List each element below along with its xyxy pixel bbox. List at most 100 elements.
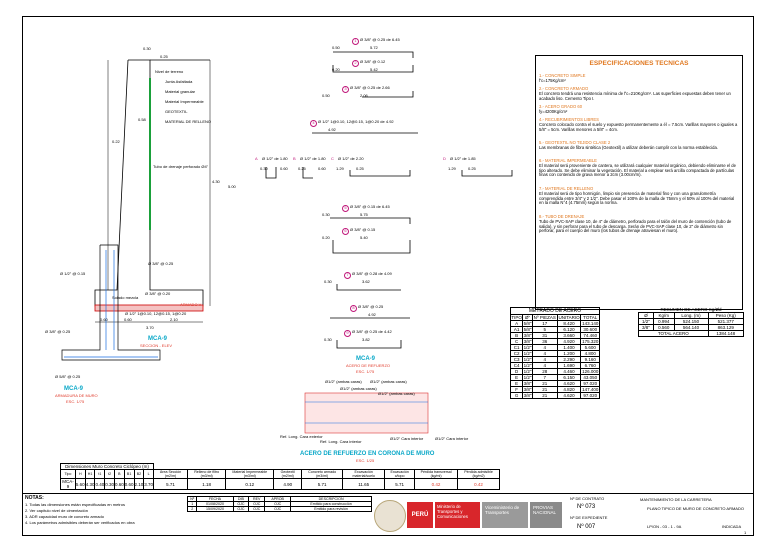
dimensions-data-row: MCA-9 5.60 4.30 0.40 0.30 0.60 0.60 2.10 3.70 5.7… bbox=[60, 478, 500, 490]
elevation-title: MCA-9 bbox=[148, 336, 167, 342]
metrado-rows: A 5/8" 17 8.420 143.140 A1 5/8" 5 6.120 30.600 B 3/… bbox=[509, 320, 600, 399]
bar-hook: 0.30 bbox=[324, 337, 332, 342]
dimensions-value-cell: 1.18 bbox=[187, 478, 227, 490]
dimensions-value-cell: 5.71 bbox=[384, 478, 416, 490]
bar-shape-7 bbox=[336, 284, 401, 291]
stirrup-mark: D bbox=[443, 156, 446, 161]
dimensions-header-cell: Relleno de filtro (m3/ml) bbox=[187, 469, 227, 479]
metrado-cell: 3/8" bbox=[522, 332, 533, 339]
bar-label: Ø 3/8" @ 0.28 de 4.09 bbox=[352, 271, 392, 276]
section-label-5: Ø 3/8" @ 0.25 bbox=[45, 329, 71, 334]
dimensions-value-cell: 3.70 bbox=[143, 478, 155, 490]
elev-dim-h1: 4.30 bbox=[212, 179, 220, 184]
dimensions-header-cell: B2 bbox=[133, 469, 145, 479]
bar-label: Ø 3/8" @ 0.25 de 6.45 bbox=[360, 37, 400, 42]
crown-label-1: Ø1/2" (ambas caras) bbox=[325, 379, 362, 384]
bar-hook: 0.20 bbox=[332, 67, 340, 72]
summary-rows: 1/2" 0.994 524.150 521.377 3/8" 0.560 564.140 8… bbox=[638, 318, 745, 331]
dimensions-value-cell: 0.30 bbox=[104, 478, 115, 490]
bar-length: 4.92 bbox=[368, 312, 376, 317]
metrado-cell: 5/8" bbox=[522, 326, 533, 333]
dimensions-header-cell: t1 bbox=[94, 469, 106, 479]
entity-name: PROVIAS NACIONAL bbox=[530, 502, 562, 528]
dimensions-header-cell: Material Impermeable (m3/ml) bbox=[225, 469, 275, 479]
bar-label: Ø 3/8" @ 0.25 de 4.42 bbox=[352, 329, 392, 334]
crown-detail bbox=[304, 392, 429, 434]
revisions-header: Nº FECHA DIB REV APROB DESCRIPCION bbox=[186, 496, 372, 502]
contract-label-2: Nº DE EXPEDIENTE bbox=[570, 515, 608, 520]
vice-ministry-name: Viceministerio de Transportes bbox=[482, 502, 528, 528]
crown-label-3: Ø1/2" (ambas caras) bbox=[340, 386, 377, 391]
section-label-4: Ø 1/2" 1@0.10, 12@0.15, 1@0.20 bbox=[125, 311, 187, 316]
bar-shape-5 bbox=[330, 217, 411, 224]
spec-item: 2.- CONCRETO ARMADO El concreto tendrá un… bbox=[539, 86, 739, 101]
elev-dim-top2: 0.25 bbox=[160, 54, 168, 59]
stirrup-label: Ø 1/2" de 1.85 bbox=[450, 156, 476, 161]
note-item: 2. Ver capítulo nivel de cimentación bbox=[25, 508, 88, 513]
stirrup-dim: 0.25 bbox=[468, 166, 476, 171]
bar-mark: 5 bbox=[342, 205, 349, 212]
metrado-cell: 1/2" bbox=[522, 356, 533, 363]
title-block: NOTAS: 1. Todas las dimensiones están es… bbox=[22, 493, 754, 537]
dimensions-value-cell: 5.60 bbox=[74, 478, 86, 490]
bar-mark: 1 bbox=[352, 38, 359, 45]
elev-dim-t1: 0.22 bbox=[112, 139, 120, 144]
revision-row: 2 15/09/2020 OJC OJC OJC Emitido para revisió… bbox=[186, 506, 372, 512]
dimensions-header-cell: Área Sección (m2/m) bbox=[153, 469, 189, 479]
bar-hook: 0.50 bbox=[322, 93, 330, 98]
elev-label-geotextile: GEOTEXTIL bbox=[165, 109, 188, 114]
elev-label-solado: Solado mezcla bbox=[112, 295, 139, 300]
contract-number: Nº 073 bbox=[577, 504, 596, 510]
elev-label-ground: Nivel de terreno bbox=[155, 69, 184, 74]
bar-length: 5.75 bbox=[360, 212, 368, 217]
dimensions-value-cell: 2.10 bbox=[133, 478, 145, 490]
dimensions-header-cell: Concreto armado (m3/ml) bbox=[301, 469, 344, 479]
note-item: 1. Todas las dimensiones están especific… bbox=[25, 502, 125, 507]
elev-label-granular: Material granular bbox=[165, 89, 196, 94]
revisions-rows: 1 01/08/2020 OJC OJC OJC Emitido para constru… bbox=[186, 501, 372, 512]
crown-label-7: Ø1/2" Cara interior bbox=[390, 436, 424, 441]
bar-length: 3.62 bbox=[362, 279, 370, 284]
stirrup-dim: 1.29 bbox=[336, 166, 344, 171]
spec-text: El material será proveniente de cantera,… bbox=[539, 162, 736, 178]
stirrup-dim: 0.60 bbox=[280, 166, 288, 171]
metrado-cell: 1/2" bbox=[522, 350, 533, 357]
elev-dim-top: 0.30 bbox=[143, 46, 151, 51]
dimensions-header-cell: Excavación c/topo bbox=[384, 469, 416, 479]
bar-shape-6 bbox=[332, 240, 411, 254]
spec-text: Las membranas de fibra sintética (Geotex… bbox=[539, 144, 718, 150]
drawing-title: PLANO TIPICO DE MURO DE CONCRETO ARMADO bbox=[647, 506, 744, 511]
metrado-cell: 21 bbox=[531, 392, 558, 399]
note-item: 4. Los parámetros admisibles deberán ser… bbox=[25, 520, 135, 525]
metrado-cell: 3/8" bbox=[522, 386, 533, 393]
metrado-cell: 143.140 bbox=[580, 320, 600, 327]
elev-dim-h: 5.00 bbox=[228, 184, 236, 189]
metrado-head-total: TOTAL bbox=[580, 314, 600, 321]
crown-label-6: Ref. Long. Cara interior bbox=[320, 439, 362, 444]
metrado-cell: 126.000 bbox=[580, 368, 600, 375]
summary-total-label: TOTAL ACERO bbox=[638, 330, 709, 337]
metrado-head-unit: UNITARIO bbox=[556, 314, 582, 321]
spec-item: 7.- MATERIAL DE RELLENO El material será … bbox=[539, 186, 739, 206]
drawing-scale: INDICADA bbox=[722, 524, 742, 529]
note-item: 3. ADR capacidad muro de concreto armado bbox=[25, 514, 104, 519]
metrado-head-count: Nº PIEZAS bbox=[531, 314, 558, 321]
dimensions-value-cell: 0.40 bbox=[94, 478, 106, 490]
bar-mark: 6 bbox=[342, 228, 349, 235]
contract-label: Nº DE CONTRATO bbox=[570, 496, 605, 501]
metrado-table: METRADO DE ACERO TIPO Ø" Nº PIEZAS UNITA… bbox=[509, 307, 600, 399]
crown-label-5: Ref. Long. Cara exterior bbox=[280, 434, 323, 439]
spec-text: El material será de tipo hormigón, limpi… bbox=[539, 190, 735, 206]
section-title: MCA-9 bbox=[64, 386, 83, 392]
dimensions-value-cell: 0.60 bbox=[123, 478, 135, 490]
elev-label-imperm: Material Impermeable bbox=[165, 99, 204, 104]
stirrup-mark: C bbox=[331, 156, 334, 161]
dimensions-header-cell: L bbox=[143, 469, 155, 479]
bar-mark: 7 bbox=[344, 272, 351, 279]
bar-label: Ø 3/8" @ 0.15 bbox=[350, 227, 376, 232]
dimensions-header-cell: H bbox=[74, 469, 86, 479]
revision-cell: 15/09/2020 bbox=[196, 506, 234, 512]
spec-item: 3.- ACERO GRADO 60 fy=4200Kg/cm² bbox=[539, 104, 739, 115]
elev-label-joint: Junta Asfaltada bbox=[165, 79, 193, 84]
dimensions-value-cell: 4.90 bbox=[273, 478, 303, 490]
